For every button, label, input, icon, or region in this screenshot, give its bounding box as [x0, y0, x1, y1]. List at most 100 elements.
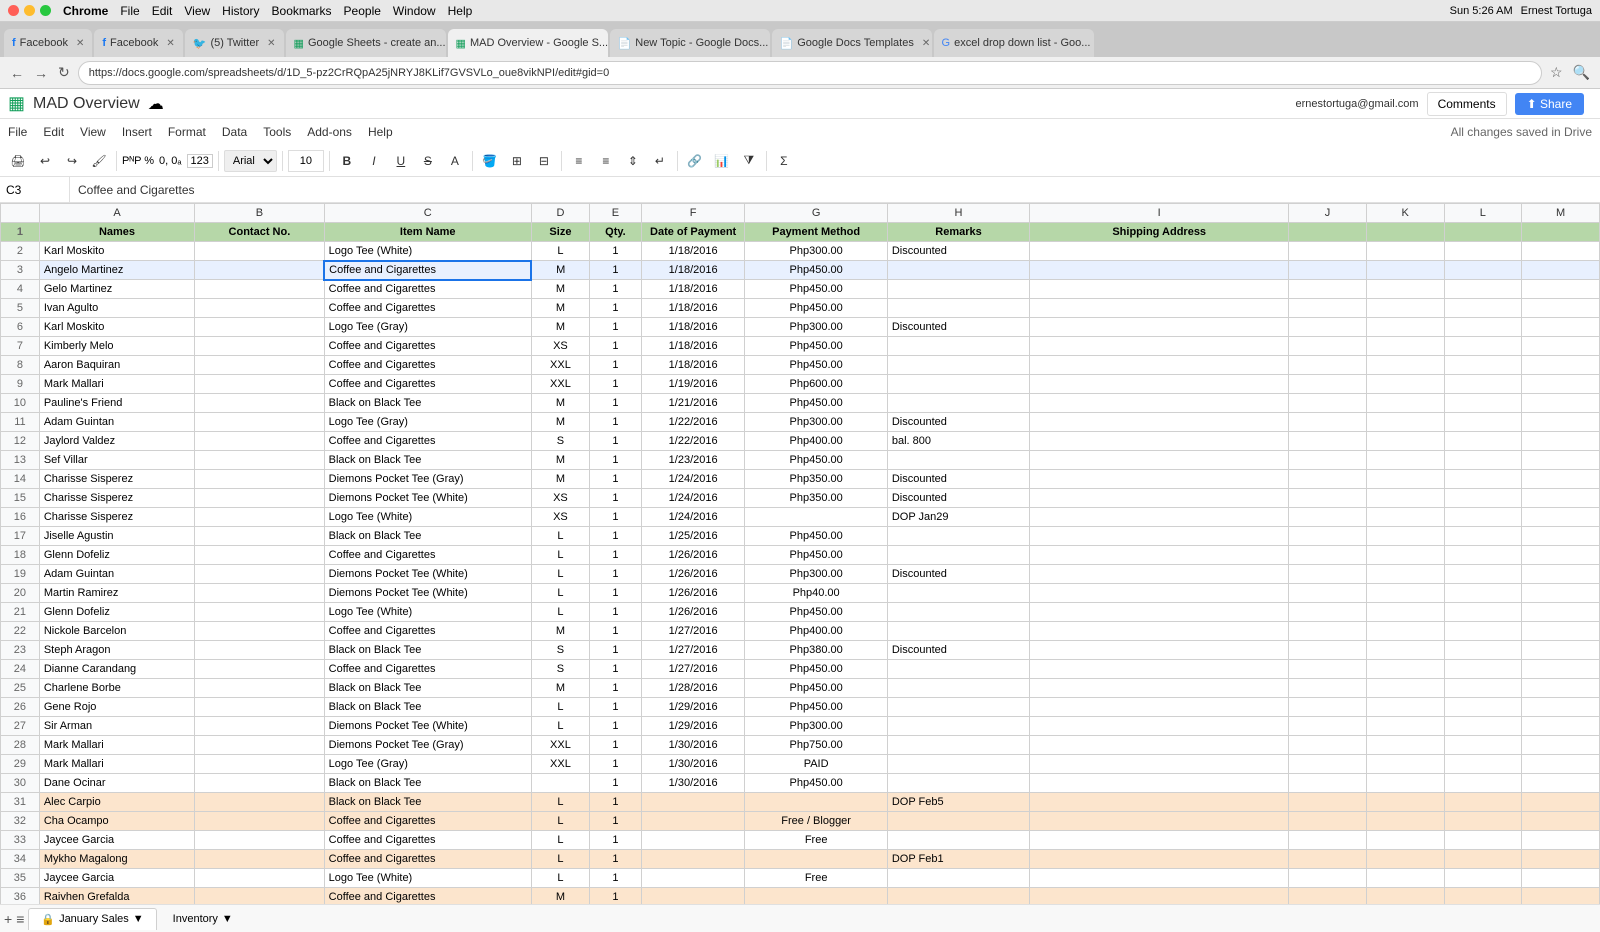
- table-cell[interactable]: Coffee and Cigarettes: [324, 261, 531, 280]
- table-cell[interactable]: 1: [590, 546, 642, 565]
- add-sheet-button[interactable]: +: [4, 911, 12, 927]
- col-header-J[interactable]: J: [1289, 204, 1367, 223]
- table-row[interactable]: 4Gelo MartinezCoffee and CigarettesM11/1…: [1, 280, 1600, 299]
- table-cell[interactable]: Coffee and Cigarettes: [324, 660, 531, 679]
- table-cell[interactable]: [1030, 470, 1289, 489]
- table-row[interactable]: 20Martin RamirezDiemons Pocket Tee (Whit…: [1, 584, 1600, 603]
- table-cell[interactable]: [1522, 337, 1600, 356]
- table-cell[interactable]: [1444, 774, 1522, 793]
- table-cell[interactable]: [745, 508, 887, 527]
- table-row[interactable]: 33Jaycee GarciaCoffee and CigarettesL1Fr…: [1, 831, 1600, 850]
- table-cell[interactable]: 1/24/2016: [641, 470, 745, 489]
- table-cell[interactable]: [1030, 603, 1289, 622]
- table-cell[interactable]: Php300.00: [745, 318, 887, 337]
- table-cell[interactable]: Karl Moskito: [39, 242, 194, 261]
- table-cell[interactable]: [1366, 413, 1444, 432]
- header-cell[interactable]: Size: [531, 223, 589, 242]
- tab-inventory[interactable]: Inventory ▼: [161, 908, 245, 930]
- table-cell[interactable]: [1444, 318, 1522, 337]
- table-cell[interactable]: Php40.00: [745, 584, 887, 603]
- table-cell[interactable]: 1: [590, 679, 642, 698]
- table-cell[interactable]: Sef Villar: [39, 451, 194, 470]
- table-cell[interactable]: [1289, 622, 1367, 641]
- table-cell[interactable]: [195, 489, 324, 508]
- table-cell[interactable]: Black on Black Tee: [324, 698, 531, 717]
- table-cell[interactable]: [1030, 850, 1289, 869]
- table-cell[interactable]: 1: [590, 736, 642, 755]
- table-row[interactable]: 15Charisse SisperezDiemons Pocket Tee (W…: [1, 489, 1600, 508]
- formula-content[interactable]: Coffee and Cigarettes: [70, 183, 1600, 197]
- table-cell[interactable]: [1366, 812, 1444, 831]
- table-cell[interactable]: Diemons Pocket Tee (Gray): [324, 470, 531, 489]
- table-cell[interactable]: [1444, 261, 1522, 280]
- table-cell[interactable]: [1289, 451, 1367, 470]
- menu-insert[interactable]: Insert: [122, 125, 152, 139]
- table-row[interactable]: 9Mark MallariCoffee and CigarettesXXL11/…: [1, 375, 1600, 394]
- table-cell[interactable]: [1289, 717, 1367, 736]
- table-row[interactable]: 23Steph AragonBlack on Black TeeS11/27/2…: [1, 641, 1600, 660]
- table-cell[interactable]: 1/22/2016: [641, 413, 745, 432]
- table-cell[interactable]: [1289, 869, 1367, 888]
- table-cell[interactable]: Jaycee Garcia: [39, 869, 194, 888]
- table-cell[interactable]: Diemons Pocket Tee (White): [324, 717, 531, 736]
- table-cell[interactable]: Php300.00: [745, 717, 887, 736]
- table-cell[interactable]: M: [531, 394, 589, 413]
- font-selector[interactable]: Arial: [224, 150, 277, 172]
- table-cell[interactable]: [1444, 508, 1522, 527]
- table-cell[interactable]: [1289, 375, 1367, 394]
- table-cell[interactable]: [887, 527, 1029, 546]
- table-cell[interactable]: 1/18/2016: [641, 261, 745, 280]
- table-cell[interactable]: Diemons Pocket Tee (White): [324, 489, 531, 508]
- table-cell[interactable]: [195, 831, 324, 850]
- table-cell[interactable]: 1: [590, 717, 642, 736]
- table-row[interactable]: 8Aaron BaquiranCoffee and CigarettesXXL1…: [1, 356, 1600, 375]
- table-cell[interactable]: Coffee and Cigarettes: [324, 888, 531, 905]
- menu-view[interactable]: View: [184, 4, 210, 18]
- table-cell[interactable]: [1444, 432, 1522, 451]
- table-cell[interactable]: [887, 812, 1029, 831]
- table-cell[interactable]: 1: [590, 793, 642, 812]
- table-cell[interactable]: Logo Tee (Gray): [324, 755, 531, 774]
- table-cell[interactable]: [1289, 489, 1367, 508]
- table-cell[interactable]: XXL: [531, 755, 589, 774]
- table-cell[interactable]: Jiselle Agustin: [39, 527, 194, 546]
- table-cell[interactable]: 1: [590, 888, 642, 905]
- table-cell[interactable]: 1/30/2016: [641, 774, 745, 793]
- table-cell[interactable]: [195, 717, 324, 736]
- table-cell[interactable]: Cha Ocampo: [39, 812, 194, 831]
- table-cell[interactable]: Mark Mallari: [39, 755, 194, 774]
- align-left-button[interactable]: ≡: [567, 149, 591, 173]
- table-cell[interactable]: [1444, 869, 1522, 888]
- table-cell[interactable]: 1/23/2016: [641, 451, 745, 470]
- table-cell[interactable]: [195, 337, 324, 356]
- table-cell[interactable]: [195, 565, 324, 584]
- table-cell[interactable]: L: [531, 603, 589, 622]
- menu-help[interactable]: Help: [368, 125, 393, 139]
- table-cell[interactable]: [1030, 432, 1289, 451]
- table-cell[interactable]: [1289, 280, 1367, 299]
- menu-people[interactable]: People: [344, 4, 381, 18]
- table-cell[interactable]: [1030, 622, 1289, 641]
- function-button[interactable]: Σ: [772, 149, 796, 173]
- table-cell[interactable]: [1366, 280, 1444, 299]
- table-cell[interactable]: [1289, 565, 1367, 584]
- table-cell[interactable]: XXL: [531, 375, 589, 394]
- table-cell[interactable]: [1444, 888, 1522, 905]
- table-cell[interactable]: [1522, 698, 1600, 717]
- merge-button[interactable]: ⊟: [532, 149, 556, 173]
- table-cell[interactable]: [195, 869, 324, 888]
- table-row[interactable]: 16Charisse SisperezLogo Tee (White)XS11/…: [1, 508, 1600, 527]
- table-cell[interactable]: [1366, 679, 1444, 698]
- table-cell[interactable]: [641, 850, 745, 869]
- table-cell[interactable]: [1522, 850, 1600, 869]
- table-cell[interactable]: [1522, 888, 1600, 905]
- table-row[interactable]: 14Charisse SisperezDiemons Pocket Tee (G…: [1, 470, 1600, 489]
- table-cell[interactable]: Php300.00: [745, 413, 887, 432]
- table-row[interactable]: 18Glenn DofelizCoffee and CigarettesL11/…: [1, 546, 1600, 565]
- header-cell[interactable]: Item Name: [324, 223, 531, 242]
- undo-button[interactable]: ↩: [33, 149, 57, 173]
- table-cell[interactable]: [1366, 394, 1444, 413]
- table-cell[interactable]: M: [531, 679, 589, 698]
- table-cell[interactable]: M: [531, 299, 589, 318]
- table-cell[interactable]: Coffee and Cigarettes: [324, 850, 531, 869]
